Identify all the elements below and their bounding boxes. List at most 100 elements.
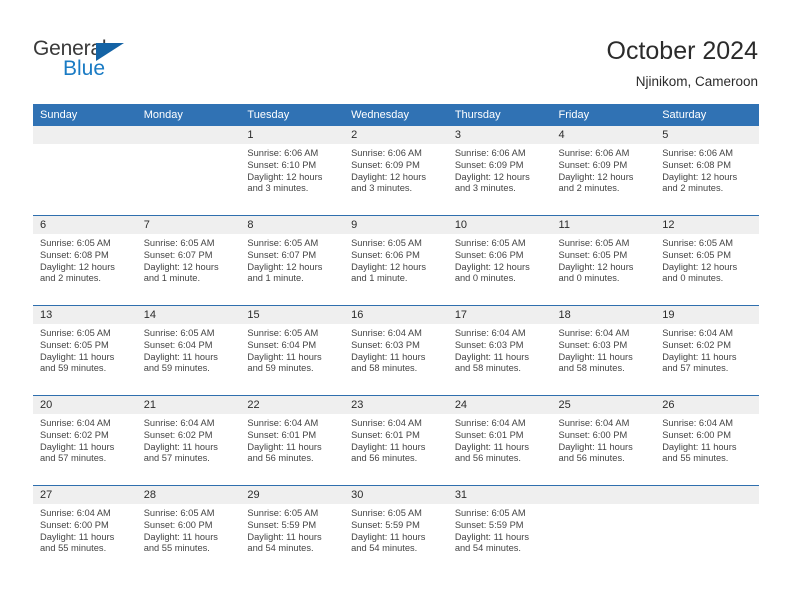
sunset-text: Sunset: 6:10 PM — [247, 159, 317, 170]
day-cell-inner: 13 Sunrise: 6:05 AM Sunset: 6:05 PM Dayligh… — [33, 306, 137, 395]
calendar-day-cell[interactable]: 2 Sunrise: 6:06 AM Sunset: 6:09 PM Daylight… — [344, 126, 448, 216]
calendar-day-cell[interactable]: 6 Sunrise: 6:05 AM Sunset: 6:08 PM Daylight… — [33, 215, 137, 306]
calendar-day-cell[interactable]: 25 Sunrise: 6:04 AM Sunset: 6:00 PM Dayligh… — [551, 395, 656, 486]
sunset-text: Sunset: 6:05 PM — [558, 249, 628, 260]
sunset-text: Sunset: 5:59 PM — [247, 519, 317, 530]
daylight-text: Daylight: 11 hours and 58 minutes. — [454, 351, 530, 374]
weekday-header-wednesday: Wednesday — [344, 104, 448, 126]
daylight-text: Daylight: 11 hours and 54 minutes. — [454, 531, 530, 554]
calendar-day-cell[interactable]: 10 Sunrise: 6:05 AM Sunset: 6:06 PM Dayligh… — [447, 215, 552, 306]
day-sun-info: Sunrise: 6:04 AM Sunset: 6:02 PM Daylight:… — [137, 414, 241, 465]
sunset-text: Sunset: 6:09 PM — [351, 159, 420, 170]
daylight-text: Daylight: 12 hours and 1 minute. — [247, 261, 323, 284]
day-number: 26 — [655, 396, 759, 414]
day-sun-info: Sunrise: 6:06 AM Sunset: 6:09 PM Daylight:… — [344, 144, 448, 195]
calendar-day-cell[interactable]: 22 Sunrise: 6:04 AM Sunset: 6:01 PM Dayligh… — [240, 395, 345, 486]
daylight-text: Daylight: 11 hours and 57 minutes. — [40, 441, 115, 464]
sunset-text: Sunset: 5:59 PM — [454, 519, 524, 530]
calendar-day-cell[interactable]: 30 Sunrise: 6:05 AM Sunset: 5:59 PM Dayligh… — [344, 485, 448, 575]
calendar-day-cell[interactable]: 21 Sunrise: 6:04 AM Sunset: 6:02 PM Dayligh… — [136, 395, 241, 486]
calendar-day-cell[interactable]: 14 Sunrise: 6:05 AM Sunset: 6:04 PM Dayligh… — [136, 305, 241, 396]
calendar-day-cell[interactable]: 13 Sunrise: 6:05 AM Sunset: 6:05 PM Dayligh… — [33, 305, 137, 396]
day-number: 8 — [240, 216, 345, 234]
triangle-icon — [96, 43, 124, 61]
calendar-week-row: 6 Sunrise: 6:05 AM Sunset: 6:08 PM Daylight… — [33, 215, 759, 306]
day-cell-inner — [33, 126, 137, 215]
day-number: 3 — [447, 126, 552, 144]
day-number: 25 — [551, 396, 656, 414]
sunrise-text: Sunrise: 6:05 AM — [351, 238, 422, 248]
day-sun-info: Sunrise: 6:05 AM Sunset: 5:59 PM Daylight:… — [448, 504, 552, 555]
sunrise-text: Sunrise: 6:06 AM — [662, 148, 734, 158]
daylight-text: Daylight: 12 hours and 2 minutes. — [40, 261, 115, 284]
sunrise-text: Sunrise: 6:04 AM — [558, 328, 630, 338]
weekday-header-row: Sunday Monday Tuesday Wednesday Thursday… — [33, 104, 759, 126]
day-cell-inner: 27 Sunrise: 6:04 AM Sunset: 6:00 PM Dayligh… — [33, 486, 137, 575]
calendar-day-cell[interactable]: 15 Sunrise: 6:05 AM Sunset: 6:04 PM Dayligh… — [240, 305, 345, 396]
day-number: 17 — [447, 306, 552, 324]
daylight-text: Daylight: 12 hours and 0 minutes. — [558, 261, 634, 284]
calendar-day-cell[interactable]: 24 Sunrise: 6:04 AM Sunset: 6:01 PM Dayligh… — [447, 395, 552, 486]
calendar-week-row: 1 Sunrise: 6:06 AM Sunset: 6:10 PM Daylight… — [33, 126, 759, 216]
day-number: 31 — [447, 486, 552, 504]
calendar-day-cell[interactable]: 9 Sunrise: 6:05 AM Sunset: 6:06 PM Daylight… — [344, 215, 448, 306]
calendar-day-cell[interactable]: 7 Sunrise: 6:05 AM Sunset: 6:07 PM Daylight… — [136, 215, 241, 306]
sunset-text: Sunset: 6:00 PM — [558, 429, 628, 440]
sunset-text: Sunset: 6:03 PM — [351, 339, 420, 350]
calendar-day-cell[interactable]: 23 Sunrise: 6:04 AM Sunset: 6:01 PM Dayligh… — [344, 395, 448, 486]
daylight-text: Daylight: 11 hours and 56 minutes. — [454, 441, 530, 464]
day-cell-inner — [551, 486, 656, 575]
calendar-day-cell[interactable]: 19 Sunrise: 6:04 AM Sunset: 6:02 PM Dayligh… — [655, 305, 759, 396]
calendar-day-cell[interactable]: 26 Sunrise: 6:04 AM Sunset: 6:00 PM Dayligh… — [655, 395, 759, 486]
daylight-text: Daylight: 11 hours and 58 minutes. — [558, 351, 633, 374]
calendar-day-cell[interactable]: 5 Sunrise: 6:06 AM Sunset: 6:08 PM Daylight… — [655, 126, 759, 216]
daylight-text: Daylight: 12 hours and 3 minutes. — [247, 171, 323, 194]
sunset-text: Sunset: 6:08 PM — [662, 159, 731, 170]
calendar-day-cell[interactable]: 16 Sunrise: 6:04 AM Sunset: 6:03 PM Dayligh… — [344, 305, 448, 396]
sunrise-text: Sunrise: 6:04 AM — [558, 418, 630, 428]
calendar-day-cell[interactable]: 8 Sunrise: 6:05 AM Sunset: 6:07 PM Daylight… — [240, 215, 345, 306]
daylight-text: Daylight: 11 hours and 57 minutes. — [662, 351, 737, 374]
calendar-day-cell[interactable]: 17 Sunrise: 6:04 AM Sunset: 6:03 PM Dayligh… — [447, 305, 552, 396]
calendar-day-cell[interactable]: 31 Sunrise: 6:05 AM Sunset: 5:59 PM Dayligh… — [447, 485, 552, 575]
calendar-day-cell[interactable]: 20 Sunrise: 6:04 AM Sunset: 6:02 PM Dayligh… — [33, 395, 137, 486]
calendar-day-cell[interactable]: 29 Sunrise: 6:05 AM Sunset: 5:59 PM Dayligh… — [240, 485, 345, 575]
day-number — [655, 486, 759, 504]
calendar-day-cell[interactable]: 4 Sunrise: 6:06 AM Sunset: 6:09 PM Daylight… — [551, 126, 656, 216]
sunset-text: Sunset: 5:59 PM — [351, 519, 420, 530]
calendar-day-cell[interactable]: 28 Sunrise: 6:05 AM Sunset: 6:00 PM Dayligh… — [136, 485, 241, 575]
day-sun-info: Sunrise: 6:04 AM Sunset: 6:01 PM Daylight:… — [240, 414, 344, 465]
day-sun-info: Sunrise: 6:04 AM Sunset: 6:00 PM Daylight:… — [655, 414, 759, 465]
sunset-text: Sunset: 6:00 PM — [40, 519, 109, 530]
sunrise-text: Sunrise: 6:05 AM — [40, 328, 111, 338]
calendar-day-cell[interactable]: 3 Sunrise: 6:06 AM Sunset: 6:09 PM Daylight… — [447, 126, 552, 216]
calendar-day-cell[interactable]: 18 Sunrise: 6:04 AM Sunset: 6:03 PM Dayligh… — [551, 305, 656, 396]
sunrise-text: Sunrise: 6:05 AM — [143, 508, 215, 518]
sunset-text: Sunset: 6:07 PM — [143, 249, 213, 260]
day-sun-info: Sunrise: 6:05 AM Sunset: 6:05 PM Daylight:… — [33, 324, 137, 375]
day-number: 2 — [344, 126, 448, 144]
day-sun-info: Sunrise: 6:06 AM Sunset: 6:09 PM Daylight:… — [448, 144, 552, 195]
sunrise-text: Sunrise: 6:05 AM — [558, 238, 630, 248]
weekday-header-sunday: Sunday — [33, 104, 137, 126]
title-block: October 2024 Njinikom, Cameroon — [607, 36, 759, 91]
day-sun-info: Sunrise: 6:05 AM Sunset: 6:08 PM Daylight:… — [33, 234, 137, 285]
sunrise-text: Sunrise: 6:04 AM — [40, 418, 111, 428]
day-cell-inner: 6 Sunrise: 6:05 AM Sunset: 6:08 PM Daylight… — [33, 216, 137, 305]
day-sun-info: Sunrise: 6:04 AM Sunset: 6:02 PM Daylight:… — [655, 324, 759, 375]
sunset-text: Sunset: 6:05 PM — [662, 249, 731, 260]
calendar-day-cell[interactable]: 1 Sunrise: 6:06 AM Sunset: 6:10 PM Daylight… — [240, 126, 345, 216]
calendar-day-cell[interactable]: 27 Sunrise: 6:04 AM Sunset: 6:00 PM Dayligh… — [33, 485, 137, 575]
calendar-day-cell[interactable]: 11 Sunrise: 6:05 AM Sunset: 6:05 PM Dayligh… — [551, 215, 656, 306]
day-number: 23 — [344, 396, 448, 414]
day-sun-info: Sunrise: 6:05 AM Sunset: 6:07 PM Daylight:… — [137, 234, 241, 285]
weekday-header-saturday: Saturday — [655, 104, 759, 126]
general-blue-logo[interactable]: General Blue — [33, 38, 193, 88]
day-number: 7 — [136, 216, 241, 234]
day-number: 28 — [136, 486, 241, 504]
day-number: 20 — [33, 396, 137, 414]
calendar-day-cell[interactable]: 12 Sunrise: 6:05 AM Sunset: 6:05 PM Dayligh… — [655, 215, 759, 306]
day-sun-info: Sunrise: 6:05 AM Sunset: 6:05 PM Daylight:… — [655, 234, 759, 285]
day-sun-info: Sunrise: 6:05 AM Sunset: 6:04 PM Daylight:… — [137, 324, 241, 375]
weekday-header-monday: Monday — [136, 104, 241, 126]
